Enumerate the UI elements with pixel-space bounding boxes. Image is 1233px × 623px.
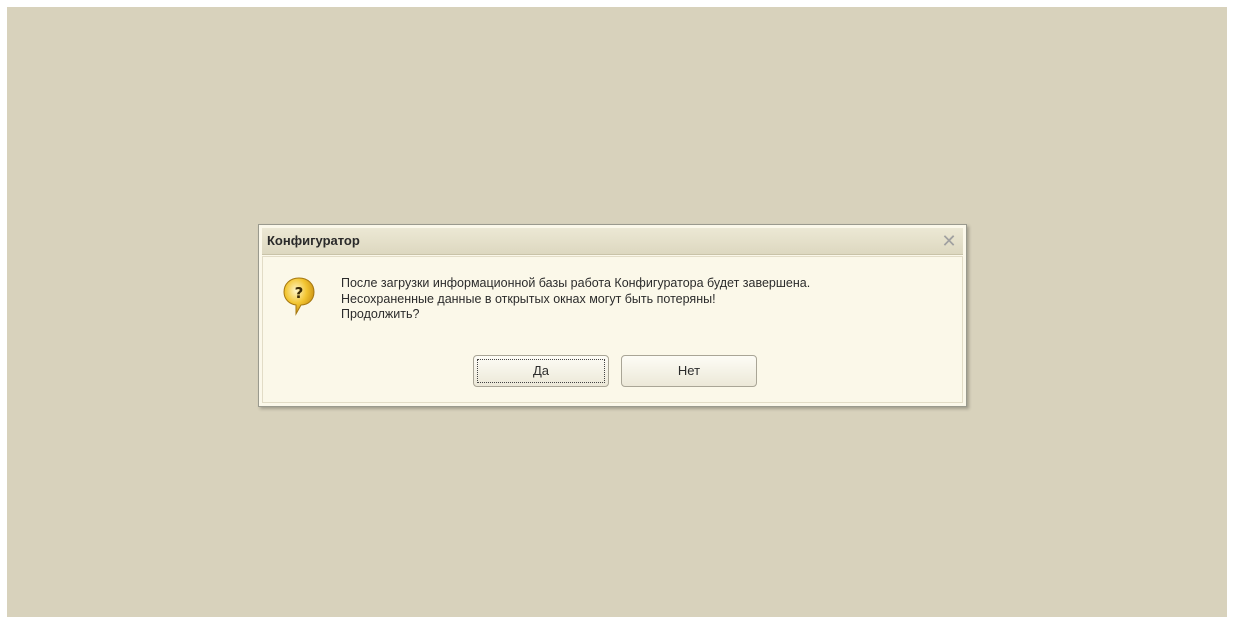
dialog-title: Конфигуратор: [267, 233, 360, 248]
yes-button-label: Да: [532, 363, 550, 378]
message-line-1: После загрузки информационной базы работ…: [341, 276, 811, 290]
dialog-titlebar[interactable]: Конфигуратор ✕: [262, 228, 963, 255]
yes-button[interactable]: Да: [473, 355, 609, 387]
confirmation-dialog: Конфигуратор ✕ ? После загрузки информац…: [258, 224, 967, 407]
message-line-2: Несохраненные данные в открытых окнах мо…: [341, 291, 716, 306]
question-icon: ?: [283, 277, 315, 316]
no-button[interactable]: Нет: [621, 355, 757, 387]
dialog-content: ? После загрузки информационной базы раб…: [262, 256, 963, 403]
message-line-3: Продолжить?: [341, 307, 420, 321]
dialog-message: После загрузки информационной базы работ…: [341, 276, 810, 323]
close-icon[interactable]: ✕: [939, 231, 959, 251]
no-button-label: Нет: [677, 363, 701, 378]
svg-text:?: ?: [295, 284, 304, 302]
